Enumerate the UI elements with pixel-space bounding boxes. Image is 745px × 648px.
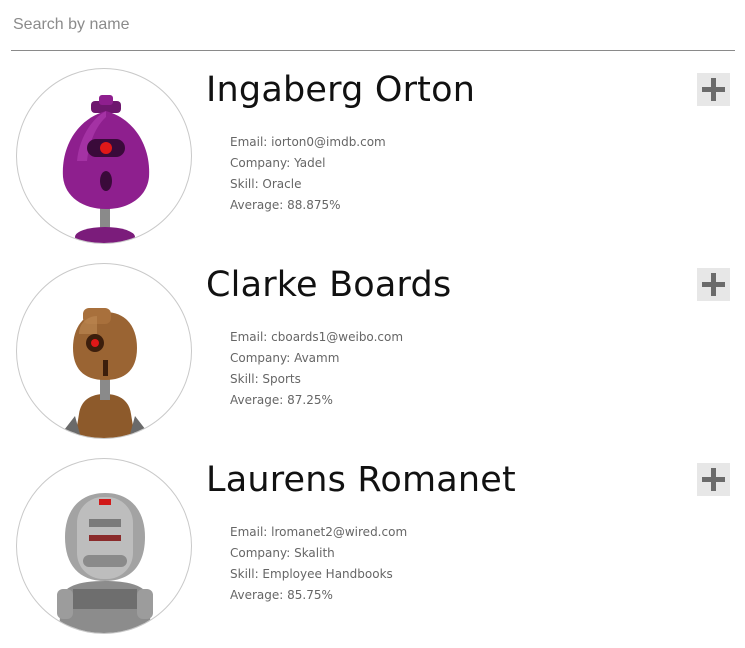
student-average: Average: 88.875% bbox=[230, 198, 341, 212]
plus-icon bbox=[702, 273, 725, 296]
robot-avatar-gray-icon bbox=[57, 493, 153, 633]
student-card: Clarke Boards Email: cboards1@weibo.com … bbox=[0, 263, 745, 453]
avatar bbox=[16, 68, 192, 244]
student-email: Email: cboards1@weibo.com bbox=[230, 330, 404, 344]
expand-button[interactable] bbox=[697, 268, 730, 301]
student-skill: Skill: Sports bbox=[230, 372, 301, 386]
plus-icon bbox=[702, 78, 725, 101]
avatar bbox=[16, 458, 192, 634]
avatar bbox=[16, 263, 192, 439]
expand-button[interactable] bbox=[697, 73, 730, 106]
student-card: Ingaberg Orton Email: iorton0@imdb.com C… bbox=[0, 68, 745, 258]
student-name: Laurens Romanet bbox=[206, 460, 516, 500]
search-input[interactable] bbox=[13, 12, 713, 38]
student-average: Average: 85.75% bbox=[230, 588, 333, 602]
student-skill: Skill: Employee Handbooks bbox=[230, 567, 393, 581]
student-card: Laurens Romanet Email: lromanet2@wired.c… bbox=[0, 458, 745, 648]
student-details: Email: cboards1@weibo.com Company: Avamm… bbox=[230, 327, 403, 411]
student-company: Company: Avamm bbox=[230, 351, 340, 365]
robot-avatar-brown-icon bbox=[61, 308, 149, 438]
expand-button[interactable] bbox=[697, 463, 730, 496]
search-bar bbox=[11, 0, 735, 51]
student-average: Average: 87.25% bbox=[230, 393, 333, 407]
student-company: Company: Yadel bbox=[230, 156, 326, 170]
student-name: Clarke Boards bbox=[206, 265, 452, 305]
student-email: Email: iorton0@imdb.com bbox=[230, 135, 386, 149]
student-details: Email: iorton0@imdb.com Company: Yadel S… bbox=[230, 132, 386, 216]
student-email: Email: lromanet2@wired.com bbox=[230, 525, 408, 539]
plus-icon bbox=[702, 468, 725, 491]
student-skill: Skill: Oracle bbox=[230, 177, 302, 191]
robot-avatar-purple-icon bbox=[62, 95, 150, 243]
student-details: Email: lromanet2@wired.com Company: Skal… bbox=[230, 522, 407, 606]
student-name: Ingaberg Orton bbox=[206, 70, 476, 110]
student-company: Company: Skalith bbox=[230, 546, 335, 560]
